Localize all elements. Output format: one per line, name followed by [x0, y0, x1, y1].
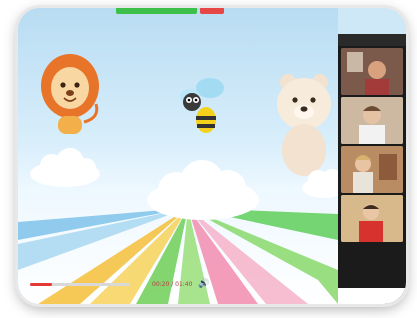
volume-icon[interactable]: 🔊 [198, 279, 209, 289]
time-display: 00:20 / 01:40 [152, 280, 193, 288]
participant-tile[interactable] [341, 97, 403, 144]
cloud-center [147, 160, 259, 220]
screen-frame: 00:20 / 01:40 🔊 [18, 8, 406, 304]
progress-bar[interactable] [30, 282, 130, 286]
video-player-controls: 00:20 / 01:40 🔊 [30, 274, 330, 294]
stop-share-button[interactable] [200, 8, 224, 14]
participants-panel [338, 34, 406, 304]
cloud-right [302, 169, 338, 198]
progress-fill [30, 282, 52, 286]
video-stage[interactable]: 00:20 / 01:40 🔊 [18, 8, 338, 304]
panel-header [338, 34, 406, 46]
participant-video [341, 146, 403, 193]
cloud-left [30, 148, 100, 187]
participant-video [341, 97, 403, 144]
participant-video [341, 195, 403, 242]
bee-character [180, 78, 224, 133]
participant-video [341, 48, 403, 95]
meeting-top-bar [116, 8, 224, 15]
participant-tile[interactable] [341, 48, 403, 95]
lion-character [41, 54, 99, 134]
participant-tile[interactable] [341, 146, 403, 193]
panel-footer [338, 288, 406, 304]
participant-tile[interactable] [341, 195, 403, 242]
share-status-bar[interactable] [116, 8, 197, 14]
